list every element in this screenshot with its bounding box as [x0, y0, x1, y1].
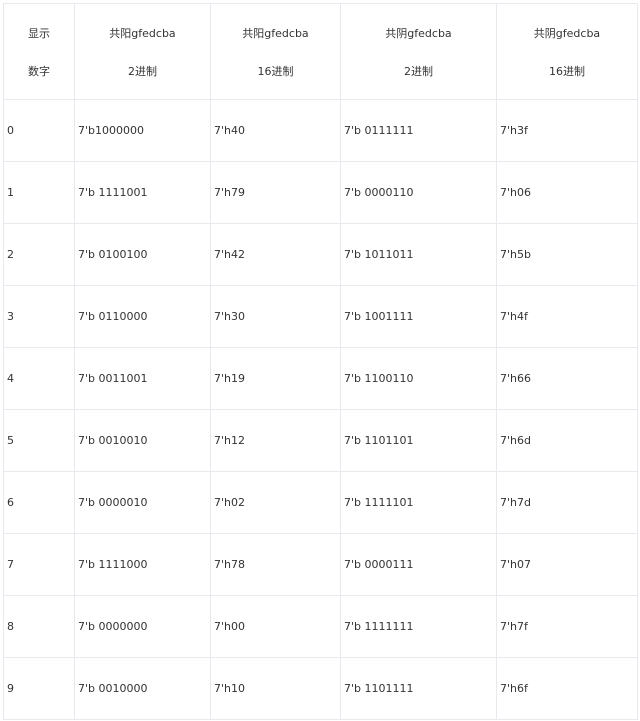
header-line: 显示: [28, 26, 50, 40]
cell-cathode-hex: 7'h4f: [496, 285, 638, 348]
cell-cathode-hex: 7'h7d: [496, 471, 638, 534]
header-line: 共阳gfedcba: [109, 26, 176, 40]
cell-cathode-binary: 7'b 0000110: [340, 161, 497, 224]
cell-digit: 7: [3, 533, 75, 596]
header-line: 共阴gfedcba: [385, 26, 452, 40]
table-row: 7 7'b 1111000 7'h78 7'b 0000111 7'h07: [3, 533, 638, 596]
cell-cathode-binary: 7'b 1111111: [340, 595, 497, 658]
cell-cathode-hex: 7'h07: [496, 533, 638, 596]
cell-anode-binary: 7'b1000000: [74, 99, 211, 162]
header-common-anode-hex: 共阳gfedcba 16进制: [210, 3, 341, 100]
cell-anode-hex: 7'h00: [210, 595, 341, 658]
cell-cathode-hex: 7'h6d: [496, 409, 638, 472]
header-line: 2进制: [128, 64, 157, 78]
table-row: 9 7'b 0010000 7'h10 7'b 1101111 7'h6f: [3, 657, 638, 720]
header-line: 共阳gfedcba: [242, 26, 309, 40]
cell-cathode-binary: 7'b 1100110: [340, 347, 497, 410]
cell-cathode-hex: 7'h7f: [496, 595, 638, 658]
header-common-cathode-binary: 共阴gfedcba 2进制: [340, 3, 497, 100]
header-line: 2进制: [404, 64, 433, 78]
table-row: 2 7'b 0100100 7'h42 7'b 1011011 7'h5b: [3, 223, 638, 286]
header-line: 共阴gfedcba: [533, 26, 601, 40]
cell-anode-binary: 7'b 0010010: [74, 409, 211, 472]
cell-anode-binary: 7'b 1111001: [74, 161, 211, 224]
cell-cathode-hex: 7'h66: [496, 347, 638, 410]
cell-anode-binary: 7'b 0110000: [74, 285, 211, 348]
cell-cathode-hex: 7'h06: [496, 161, 638, 224]
cell-digit: 1: [3, 161, 75, 224]
cell-anode-hex: 7'h79: [210, 161, 341, 224]
table-row: 6 7'b 0000010 7'h02 7'b 1111101 7'h7d: [3, 471, 638, 534]
table-row: 1 7'b 1111001 7'h79 7'b 0000110 7'h06: [3, 161, 638, 224]
cell-cathode-hex: 7'h3f: [496, 99, 638, 162]
cell-cathode-binary: 7'b 1011011: [340, 223, 497, 286]
table-row: 0 7'b1000000 7'h40 7'b 0111111 7'h3f: [3, 99, 638, 162]
table-row: 4 7'b 0011001 7'h19 7'b 1100110 7'h66: [3, 347, 638, 410]
table-header-row: 显示 数字 共阳gfedcba 2进制 共阳gfedcba 16进制 共阴gfe…: [3, 3, 638, 100]
cell-anode-binary: 7'b 0000010: [74, 471, 211, 534]
header-common-cathode-hex: 共阴gfedcba 16进制: [496, 3, 638, 100]
cell-digit: 8: [3, 595, 75, 658]
cell-anode-hex: 7'h42: [210, 223, 341, 286]
header-line: 数字: [28, 64, 50, 78]
cell-anode-hex: 7'h30: [210, 285, 341, 348]
cell-anode-binary: 7'b 0100100: [74, 223, 211, 286]
cell-digit: 5: [3, 409, 75, 472]
table-row: 5 7'b 0010010 7'h12 7'b 1101101 7'h6d: [3, 409, 638, 472]
cell-cathode-binary: 7'b 1111101: [340, 471, 497, 534]
cell-digit: 6: [3, 471, 75, 534]
cell-anode-hex: 7'h40: [210, 99, 341, 162]
header-common-anode-binary: 共阳gfedcba 2进制: [74, 3, 211, 100]
cell-digit: 4: [3, 347, 75, 410]
cell-digit: 0: [3, 99, 75, 162]
cell-cathode-binary: 7'b 1101101: [340, 409, 497, 472]
header-display-digit: 显示 数字: [3, 3, 75, 100]
table-row: 3 7'b 0110000 7'h30 7'b 1001111 7'h4f: [3, 285, 638, 348]
cell-anode-hex: 7'h19: [210, 347, 341, 410]
cell-anode-binary: 7'b 0011001: [74, 347, 211, 410]
table-row: 8 7'b 0000000 7'h00 7'b 1111111 7'h7f: [3, 595, 638, 658]
header-line: 16进制: [257, 64, 294, 78]
cell-digit: 2: [3, 223, 75, 286]
cell-anode-hex: 7'h78: [210, 533, 341, 596]
cell-anode-binary: 7'b 1111000: [74, 533, 211, 596]
cell-digit: 3: [3, 285, 75, 348]
cell-cathode-binary: 7'b 0111111: [340, 99, 497, 162]
header-line: 16进制: [549, 64, 585, 78]
cell-anode-hex: 7'h12: [210, 409, 341, 472]
cell-cathode-binary: 7'b 0000111: [340, 533, 497, 596]
cell-cathode-hex: 7'h5b: [496, 223, 638, 286]
cell-cathode-binary: 7'b 1001111: [340, 285, 497, 348]
cell-anode-binary: 7'b 0000000: [74, 595, 211, 658]
cell-anode-hex: 7'h10: [210, 657, 341, 720]
seven-segment-code-table: 显示 数字 共阳gfedcba 2进制 共阳gfedcba 16进制 共阴gfe…: [3, 3, 638, 720]
cell-cathode-hex: 7'h6f: [496, 657, 638, 720]
cell-anode-binary: 7'b 0010000: [74, 657, 211, 720]
cell-anode-hex: 7'h02: [210, 471, 341, 534]
cell-cathode-binary: 7'b 1101111: [340, 657, 497, 720]
cell-digit: 9: [3, 657, 75, 720]
